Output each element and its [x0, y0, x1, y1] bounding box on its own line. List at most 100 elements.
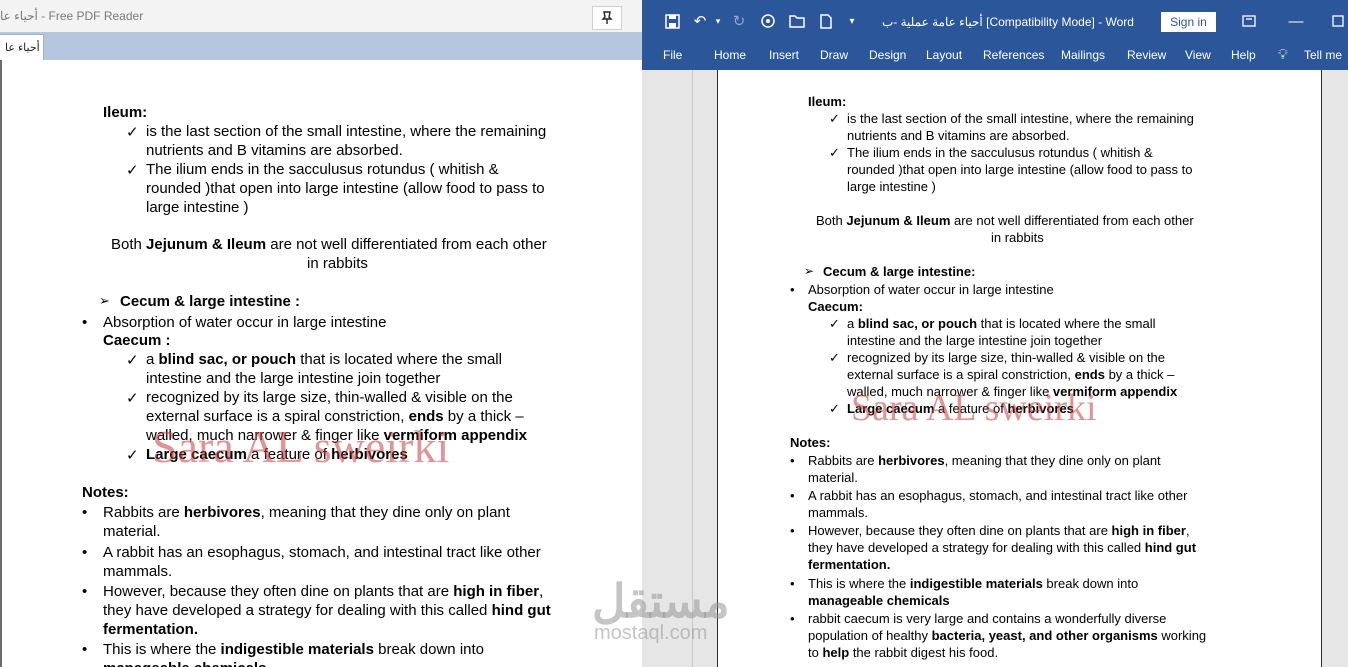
open-button[interactable]	[785, 10, 809, 32]
pdf-document-tab[interactable]: أحياء عا	[0, 34, 44, 60]
pdf-page: Ileum: ✓ is the last section of the smal…	[0, 60, 642, 667]
tab-file[interactable]: File	[663, 48, 682, 62]
mostaql-watermark: مستقل mostaql.com	[592, 578, 730, 645]
tab-help[interactable]: Help	[1231, 48, 1256, 62]
pin-icon	[601, 11, 613, 24]
touch-mode-icon	[761, 14, 775, 28]
sign-in-button[interactable]: Sign in	[1161, 12, 1216, 32]
text-line: recognized by its large size, thin-walle…	[847, 350, 1165, 365]
minimize-icon: —	[1288, 12, 1304, 30]
ribbon-display-icon	[1242, 15, 1256, 27]
pin-button[interactable]	[592, 6, 622, 30]
text-line: in rabbits	[307, 255, 368, 272]
heading-notes: Notes:	[790, 435, 831, 450]
pdf-tab-bar: أحياء عا	[0, 32, 642, 60]
bullet-icon: •	[82, 583, 88, 600]
heading-cecum: Cecum & large intestine:	[823, 264, 976, 279]
text-line: The ilium ends in the sacculusus rotundu…	[847, 145, 1153, 160]
new-document-button[interactable]	[815, 10, 837, 32]
save-button[interactable]	[660, 10, 684, 32]
undo-button[interactable]: ↶	[689, 10, 711, 32]
arrow-bullet-icon: ➢	[804, 264, 815, 278]
undo-icon: ↶	[693, 13, 707, 30]
tab-references[interactable]: References	[983, 48, 1044, 62]
heading-caecum: Caecum:	[808, 299, 863, 314]
maximize-button[interactable]	[1328, 10, 1348, 32]
bullet-icon: •	[82, 504, 88, 521]
tab-view[interactable]: View	[1185, 48, 1211, 62]
save-icon	[664, 13, 680, 29]
mostaql-arabic-text: مستقل	[592, 575, 730, 627]
bullet-icon: •	[790, 453, 795, 468]
author-watermark: Sara AL sweirki	[152, 421, 450, 472]
maximize-icon	[1332, 15, 1344, 27]
tab-review[interactable]: Review	[1127, 48, 1166, 62]
text-line: Both Jejunum & Ileum are not well differ…	[816, 213, 1194, 228]
chevron-down-icon: ▾	[849, 15, 855, 27]
text-line: This is where the indigestible materials…	[103, 641, 485, 658]
text-line: rounded )that open into large intestine …	[847, 162, 1193, 177]
text-line: large intestine )	[146, 199, 249, 216]
heading-cecum: Cecum & large intestine :	[120, 293, 301, 310]
pdf-title-bar: أحياء عا - Free PDF Reader	[0, 0, 642, 33]
text-line: material.	[103, 523, 161, 540]
word-title-bar: ↶ ▾ ↻ ▾ أحياء عامة عملية -ب [Compatibili…	[642, 0, 1348, 42]
redo-button[interactable]: ↻	[728, 10, 750, 32]
tab-layout[interactable]: Layout	[926, 48, 962, 62]
heading-ileum: Ileum:	[808, 94, 847, 109]
text-line: intestine and the large intestine join t…	[847, 333, 1103, 348]
pdf-window-title: أحياء عا - Free PDF Reader	[0, 9, 144, 23]
touch-mode-button[interactable]	[756, 10, 780, 32]
minimize-button[interactable]: —	[1284, 10, 1308, 32]
text-line: mammals.	[808, 505, 868, 520]
tab-home[interactable]: Home	[714, 48, 746, 62]
bullet-icon: •	[82, 544, 88, 561]
author-watermark: Sara AL sweirki	[851, 387, 1097, 429]
check-icon: ✓	[829, 145, 840, 160]
bullet-icon: •	[790, 488, 795, 503]
arrow-bullet-icon: ➢	[99, 293, 110, 308]
text-line: is the last section of the small intesti…	[847, 111, 1194, 126]
ribbon-display-options-button[interactable]	[1238, 10, 1260, 32]
text-line: Rabbits are herbivores, meaning that the…	[103, 504, 510, 521]
pdf-document-content: Ileum: ✓ is the last section of the smal…	[2, 60, 642, 667]
check-icon: ✓	[126, 352, 139, 369]
text-line: to help the rabbit digest his food.	[808, 645, 999, 660]
text-line: a blind sac, or pouch that is located wh…	[847, 316, 1156, 331]
word-document-content: Ileum: ✓ is the last section of the smal…	[718, 70, 1321, 667]
text-line: fermentation.	[103, 621, 199, 638]
chevron-down-icon: ▾	[715, 15, 721, 26]
text-line: manageable chemicals	[808, 593, 950, 608]
text-line: The ilium ends in the sacculusus rotundu…	[146, 161, 499, 178]
undo-dropdown[interactable]: ▾	[712, 10, 724, 32]
tab-draw[interactable]: Draw	[820, 48, 848, 62]
bullet-icon: •	[790, 576, 795, 591]
heading-caecum: Caecum :	[103, 332, 171, 349]
text-line: they have developed a strategy for deali…	[103, 602, 551, 619]
text-line: This is where the indigestible materials…	[808, 576, 1139, 591]
tab-design[interactable]: Design	[869, 48, 906, 62]
check-icon: ✓	[126, 390, 139, 407]
bullet-icon: •	[82, 314, 88, 331]
text-line: Absorption of water occur in large intes…	[103, 314, 387, 331]
text-line: Both Jejunum & Ileum are not well differ…	[111, 236, 547, 253]
customize-quick-access-button[interactable]: ▾	[845, 10, 859, 32]
text-line: rabbit caecum is very large and contains…	[808, 611, 1167, 626]
text-line: recognized by its large size, thin-walle…	[146, 389, 513, 406]
word-page: Ileum: ✓ is the last section of the smal…	[717, 70, 1322, 667]
tab-insert[interactable]: Insert	[769, 48, 799, 62]
bullet-icon: •	[790, 611, 795, 626]
word-window: ↶ ▾ ↻ ▾ أحياء عامة عملية -ب [Compatibili…	[642, 0, 1348, 667]
text-line: they have developed a strategy for deali…	[808, 540, 1197, 555]
text-line: is the last section of the small intesti…	[146, 123, 547, 140]
text-line: A rabbit has an esophagus, stomach, and …	[808, 488, 1188, 503]
check-icon: ✓	[829, 350, 840, 365]
check-icon: ✓	[126, 162, 139, 179]
ribbon-tab-bar: File Home Insert Draw Design Layout Refe…	[642, 42, 1348, 70]
tab-mailings[interactable]: Mailings	[1061, 48, 1105, 62]
lightbulb-icon: 💡︎	[1278, 46, 1288, 62]
text-line: nutrients and B vitamins are absorbed.	[847, 128, 1070, 143]
word-document-title: أحياء عامة عملية -ب [Compatibility Mode]…	[882, 15, 1134, 29]
text-line: Rabbits are herbivores, meaning that the…	[808, 453, 1161, 468]
tell-me-search[interactable]: Tell me	[1304, 48, 1342, 62]
